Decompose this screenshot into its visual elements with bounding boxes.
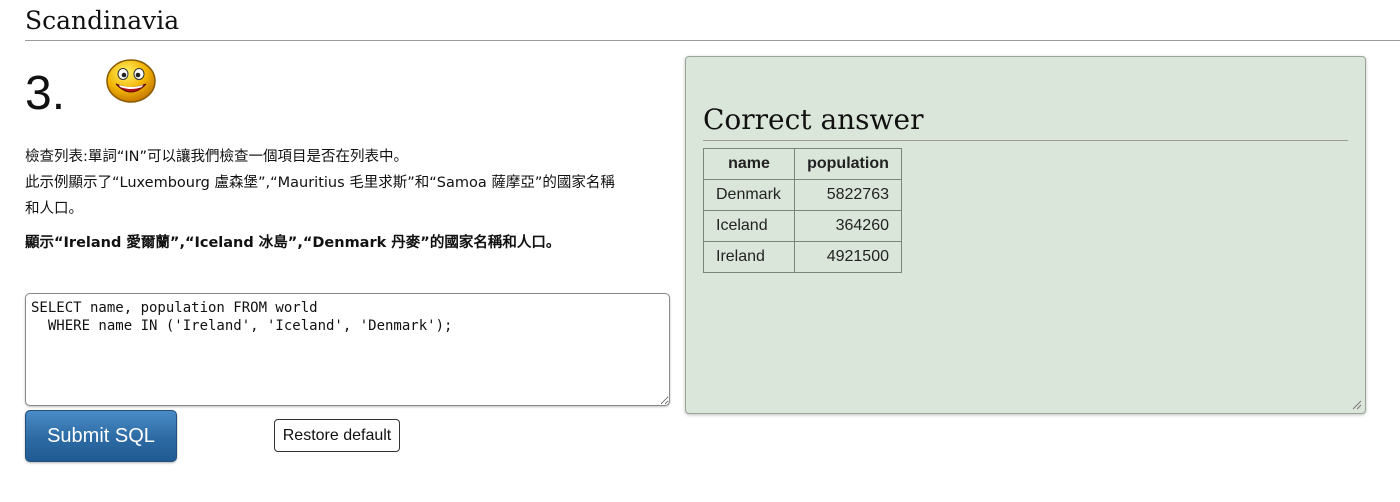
answer-title: Correct answer — [703, 103, 924, 136]
cell-population: 4921500 — [794, 241, 902, 273]
restore-default-button[interactable]: Restore default — [274, 419, 400, 452]
description-line: 和人口。 — [25, 201, 83, 217]
page-title: Scandinavia — [25, 6, 180, 35]
description-line: 檢查列表:單詞“IN”可以讓我們檢查一個項目是否在列表中。 — [25, 149, 409, 165]
table-row: Denmark 5822763 — [703, 179, 902, 211]
resize-handle-icon[interactable] — [1352, 400, 1362, 410]
task-instruction: 顯示“Ireland 愛爾蘭”,“Iceland 冰島”,“Denmark 丹麥… — [25, 235, 561, 251]
smiley-icon — [106, 59, 156, 103]
column-header: name — [703, 148, 795, 180]
cell-name: Ireland — [703, 241, 795, 273]
answer-table: name population Denmark 5822763 Iceland … — [703, 148, 902, 273]
cell-name: Denmark — [703, 179, 795, 211]
question-number: 3. — [25, 67, 66, 120]
question-description: 檢查列表:單詞“IN”可以讓我們檢查一個項目是否在列表中。 此示例顯示了“Lux… — [25, 144, 675, 256]
submit-sql-button[interactable]: Submit SQL — [25, 410, 177, 462]
cell-name: Iceland — [703, 210, 795, 242]
table-row: Iceland 364260 — [703, 210, 902, 242]
answer-divider — [703, 140, 1348, 141]
cell-population: 5822763 — [794, 179, 902, 211]
table-row: Ireland 4921500 — [703, 241, 902, 273]
sql-input[interactable]: SELECT name, population FROM world WHERE… — [25, 293, 670, 406]
table-header-row: name population — [703, 148, 902, 180]
column-header: population — [794, 148, 902, 180]
cell-population: 364260 — [794, 210, 902, 242]
title-divider — [25, 40, 1400, 41]
answer-panel: Correct answer name population Denmark 5… — [685, 56, 1366, 414]
description-line: 此示例顯示了“Luxembourg 盧森堡”,“Mauritius 毛里求斯”和… — [25, 175, 615, 191]
